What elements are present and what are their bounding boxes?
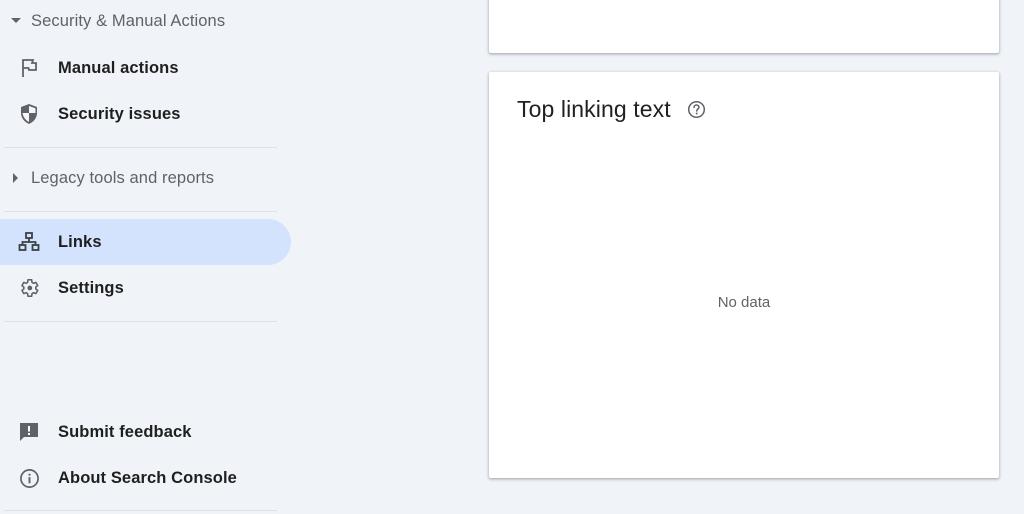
card-header: Top linking text [517,96,706,123]
section-label: Security & Manual Actions [31,11,226,30]
sidebar-item-label: Links [58,232,102,251]
sidebar-item-label: Settings [58,278,124,297]
caret-down-icon [0,18,31,24]
sidebar: Security & Manual Actions Manual actions… [0,0,292,514]
sidebar-item-label: Submit feedback [58,422,192,441]
card-title: Top linking text [517,96,671,122]
info-icon [0,468,58,489]
section-label: Legacy tools and reports [31,168,215,187]
section-security-manual-actions[interactable]: Security & Manual Actions [0,5,280,37]
sidebar-item-label: Manual actions [58,58,179,77]
flag-icon [0,58,58,78]
sidebar-item-label: Security issues [58,104,181,123]
shield-icon [0,103,58,125]
sidebar-divider [4,147,277,148]
gear-icon [0,277,58,299]
sidebar-item-settings[interactable]: Settings [0,265,291,311]
search-console-page: Security & Manual Actions Manual actions… [0,0,1024,514]
sidebar-item-security-issues[interactable]: Security issues [0,91,291,137]
feedback-icon [0,422,58,442]
sidebar-item-about[interactable]: About Search Console [0,455,291,501]
empty-state-text: No data [717,294,771,311]
sidebar-item-links[interactable]: Links [0,219,291,265]
sidebar-item-label: About Search Console [58,468,237,487]
top-linking-text-card: Top linking text No data [489,72,999,478]
sidebar-item-submit-feedback[interactable]: Submit feedback [0,409,291,455]
sidebar-divider [4,510,277,511]
section-legacy-tools[interactable]: Legacy tools and reports [0,162,280,194]
help-circle-icon[interactable] [687,100,706,119]
caret-right-icon [0,173,31,183]
previous-report-card [489,0,999,53]
sidebar-divider [4,211,277,212]
sitemap-icon [0,232,58,252]
sidebar-item-manual-actions[interactable]: Manual actions [0,45,291,91]
sidebar-divider [4,321,277,322]
